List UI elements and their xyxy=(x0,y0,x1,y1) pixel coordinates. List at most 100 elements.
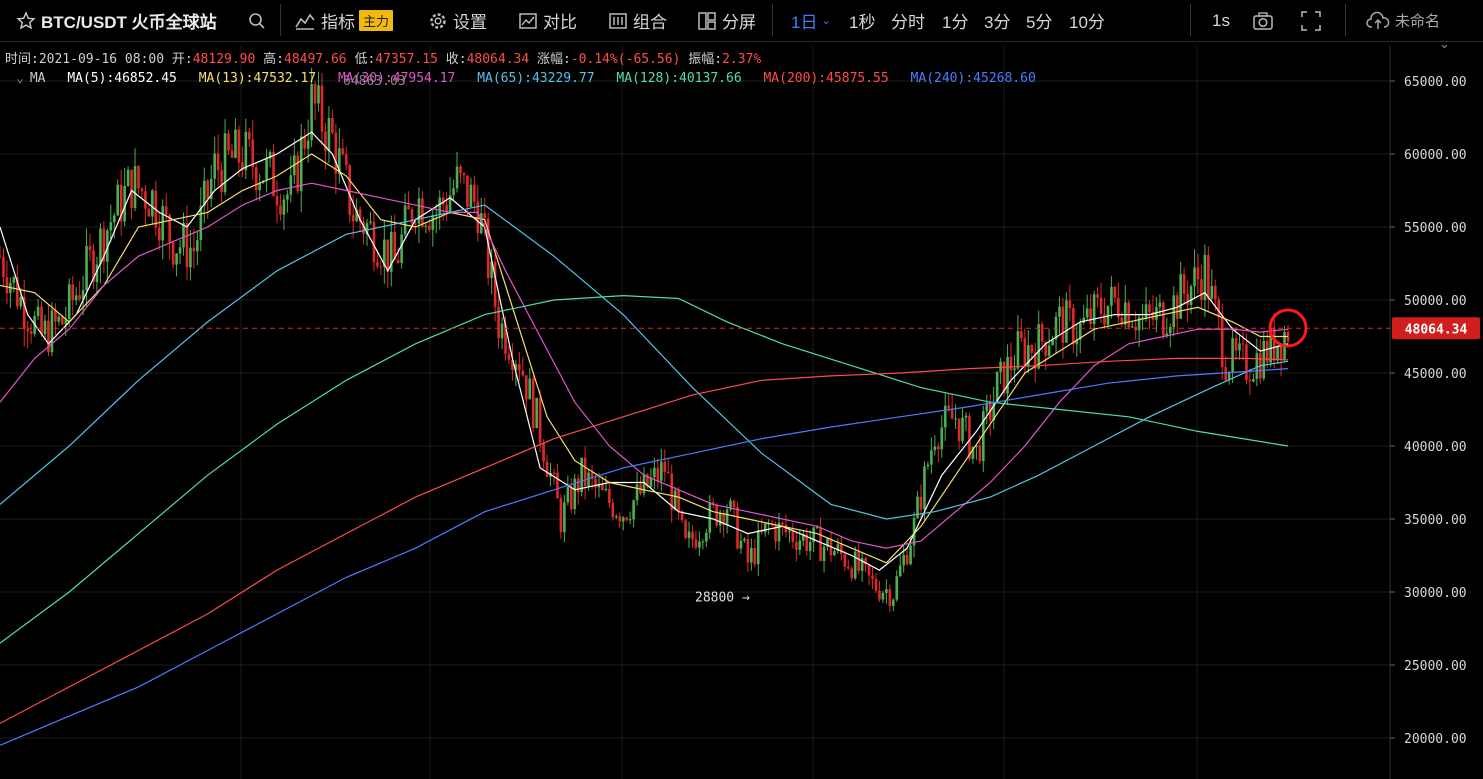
indicator-button[interactable]: 指标 主力 xyxy=(294,0,394,41)
candle-body xyxy=(289,175,293,195)
candle-body xyxy=(874,579,878,591)
candle-body xyxy=(85,245,88,291)
candle-body xyxy=(455,166,459,189)
candle-body xyxy=(715,504,719,526)
candle-body xyxy=(1220,317,1224,368)
candle-body xyxy=(1110,286,1113,306)
candle-body xyxy=(29,331,33,334)
price-tick-label: 55000.00 xyxy=(1404,221,1467,236)
candle-body xyxy=(227,133,230,151)
settings-button[interactable]: 设置 xyxy=(428,0,487,41)
candle-body xyxy=(822,546,826,562)
candle-body xyxy=(282,199,286,215)
candle-body xyxy=(891,599,895,606)
candle-body xyxy=(895,576,899,600)
candle-body xyxy=(216,153,220,171)
min-price-marker: 28800 → xyxy=(695,591,750,606)
candle-body xyxy=(1210,285,1214,299)
candle-body xyxy=(833,551,836,556)
candle-body xyxy=(750,547,753,563)
settings-label: 设置 xyxy=(453,13,487,32)
candle-body xyxy=(112,215,116,223)
top-toolbar: BTC/USDT 火币全球站 指标 主力 设置 对比 组合 分屏 1日 ⌄ 1秒… xyxy=(0,0,1483,51)
candle-body xyxy=(957,418,961,441)
interval-1m[interactable]: 1分 xyxy=(942,0,968,41)
fullscreen-button[interactable] xyxy=(1300,0,1327,41)
divider xyxy=(1190,4,1191,36)
candle-body xyxy=(74,295,78,301)
candle-body xyxy=(1013,368,1016,371)
candle-body xyxy=(1016,331,1020,369)
favorite-button[interactable]: BTC/USDT 火币全球站 xyxy=(16,0,217,41)
low-value: 47357.15 xyxy=(375,52,438,67)
candle-body xyxy=(327,118,331,152)
candle-body xyxy=(164,206,168,215)
interval-10m[interactable]: 10分 xyxy=(1069,0,1105,41)
candle-body xyxy=(88,245,92,251)
candle-body xyxy=(909,545,912,565)
candle-body xyxy=(313,84,317,104)
amplitude-value: 2.37% xyxy=(722,52,762,67)
dropdown-chevron[interactable]: ⌄ xyxy=(1439,34,1450,54)
candle-body xyxy=(611,503,615,518)
moving-average-lines xyxy=(0,131,1289,746)
candle-body xyxy=(691,531,694,540)
candle-body xyxy=(1040,324,1044,342)
interval-5m[interactable]: 5分 xyxy=(1026,0,1052,41)
combine-button[interactable]: 组合 xyxy=(608,0,667,41)
candle-body xyxy=(1200,279,1203,301)
candle-body xyxy=(12,277,16,283)
ma-legend[interactable]: ⌄ MA MA(5):46852.45 MA(13):47532.17 MA(30… xyxy=(16,71,1050,86)
divider xyxy=(280,4,281,36)
candle-body xyxy=(846,566,850,569)
candle-body xyxy=(556,472,559,499)
ma-legend-item: MA(128):40137.66 xyxy=(616,71,742,86)
ohlc-info-bar: 时间:2021-09-16 08:00 开:48129.90 高:48497.6… xyxy=(5,48,761,67)
amplitude-label: 振幅: xyxy=(688,52,723,67)
interval-label: 3分 xyxy=(984,13,1011,32)
price-axis[interactable]: 20000.00 25000.00 30000.00 35000.00 40000.00… xyxy=(1390,75,1467,747)
interval-label: 10分 xyxy=(1069,13,1105,32)
refresh-rate-button[interactable]: 1s xyxy=(1212,0,1230,41)
interval-label: 5分 xyxy=(1026,13,1053,32)
candle-body xyxy=(1113,286,1117,298)
candle-body xyxy=(1207,254,1210,299)
kline-chart[interactable]: 20000.00 25000.00 30000.00 35000.00 40000.00… xyxy=(0,0,1483,779)
candle-body xyxy=(192,247,196,252)
symbol-search-button[interactable] xyxy=(248,0,271,41)
candle-body xyxy=(379,266,383,268)
candle-body xyxy=(857,551,860,571)
candle-body xyxy=(705,532,708,542)
candle-body xyxy=(507,353,511,360)
candle-body xyxy=(1023,338,1027,366)
candle-body xyxy=(795,542,798,550)
price-tick-label: 50000.00 xyxy=(1404,294,1467,309)
candle-body xyxy=(272,151,275,197)
candle-body xyxy=(5,277,9,294)
candle-body xyxy=(1189,286,1193,306)
split-screen-button[interactable]: 分屏 xyxy=(697,0,756,41)
price-tick-label: 45000.00 xyxy=(1404,367,1467,382)
candle-body xyxy=(687,531,691,539)
interval-1s[interactable]: 1秒 xyxy=(849,0,875,41)
interval-timeline[interactable]: 分时 xyxy=(891,0,925,41)
candle-body xyxy=(1272,327,1276,361)
candle-body xyxy=(531,378,535,429)
candle-body xyxy=(2,256,5,278)
cloud-layout-button[interactable]: 未命名 xyxy=(1366,0,1440,41)
candle-body xyxy=(1061,306,1065,343)
candle-body xyxy=(559,498,563,533)
candle-body xyxy=(1099,297,1103,315)
chevron-down-icon: ⌄ xyxy=(1439,36,1450,51)
candle-body xyxy=(247,131,251,140)
interval-1d[interactable]: 1日 ⌄ xyxy=(791,0,831,41)
candle-body xyxy=(1234,338,1238,351)
compare-button[interactable]: 对比 xyxy=(518,0,577,41)
screenshot-button[interactable] xyxy=(1252,0,1279,41)
candle-body xyxy=(344,154,348,166)
divider xyxy=(1345,4,1346,36)
candle-body xyxy=(694,539,698,548)
candle-body xyxy=(275,196,279,206)
ma-collapse-icon[interactable]: ⌄ xyxy=(16,71,24,86)
interval-3m[interactable]: 3分 xyxy=(984,0,1010,41)
